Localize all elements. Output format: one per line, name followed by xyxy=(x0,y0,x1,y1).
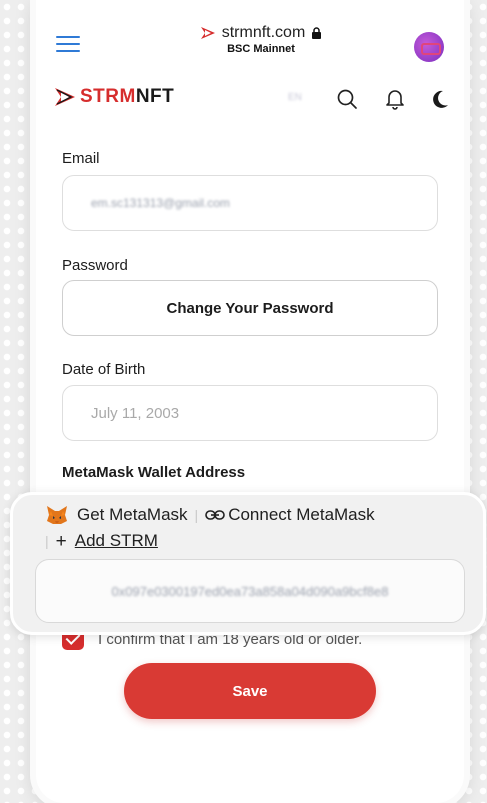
add-strm-link[interactable]: Add STRM xyxy=(75,528,158,554)
network-label: BSC Mainnet xyxy=(227,43,295,55)
app-screen: strmnft.com BSC Mainnet STRMNFT EN Email… xyxy=(36,0,464,803)
brand-text-dark: NFT xyxy=(135,86,175,107)
email-field[interactable]: em.sc131313@gmail.com xyxy=(62,175,438,231)
language-selector[interactable]: EN xyxy=(288,92,302,103)
lock-icon xyxy=(312,27,322,39)
connect-metamask-link[interactable]: Connect MetaMask xyxy=(228,502,374,528)
wallet-callout: Get MetaMask | Connect MetaMask | + Add … xyxy=(10,492,486,635)
separator: | xyxy=(45,533,49,549)
wallet-address-value: 0x097e0300197ed0ea73a858a04d090a9bcf8e8 xyxy=(111,583,389,599)
wallet-address-field[interactable]: 0x097e0300197ed0ea73a858a04d090a9bcf8e8 xyxy=(35,559,465,623)
wallet-label: MetaMask Wallet Address xyxy=(62,464,246,481)
get-metamask-link[interactable]: Get MetaMask xyxy=(77,502,188,528)
change-password-button[interactable]: Change Your Password xyxy=(62,280,438,336)
plus-icon: + xyxy=(55,530,67,552)
site-header: STRMNFT EN xyxy=(36,78,464,118)
metamask-fox-icon xyxy=(47,506,67,524)
browser-bar: strmnft.com BSC Mainnet xyxy=(36,0,464,70)
brand-text-red: STRM xyxy=(80,86,136,107)
password-label: Password xyxy=(62,257,128,274)
url-domain: strmnft.com xyxy=(221,24,306,41)
strm-logo-icon xyxy=(55,88,75,106)
hamburger-menu-icon[interactable] xyxy=(56,36,80,52)
metamask-links: Get MetaMask | Connect MetaMask | + Add … xyxy=(45,502,475,554)
dob-label: Date of Birth xyxy=(62,361,146,378)
url-display[interactable]: strmnft.com BSC Mainnet xyxy=(176,24,346,55)
dark-mode-icon[interactable] xyxy=(428,88,450,110)
dob-value: July 11, 2003 xyxy=(91,404,180,422)
bell-icon[interactable] xyxy=(384,88,406,110)
dob-field[interactable]: July 11, 2003 xyxy=(62,385,438,441)
link-icon xyxy=(205,510,225,520)
avatar[interactable] xyxy=(414,32,444,62)
save-button[interactable]: Save xyxy=(124,663,376,719)
brand-logo[interactable]: STRMNFT xyxy=(54,86,174,108)
search-icon[interactable] xyxy=(336,88,358,110)
separator: | xyxy=(194,507,199,523)
email-value: em.sc131313@gmail.com xyxy=(91,196,230,210)
strm-logo-icon xyxy=(200,27,215,39)
email-label: Email xyxy=(62,150,100,167)
